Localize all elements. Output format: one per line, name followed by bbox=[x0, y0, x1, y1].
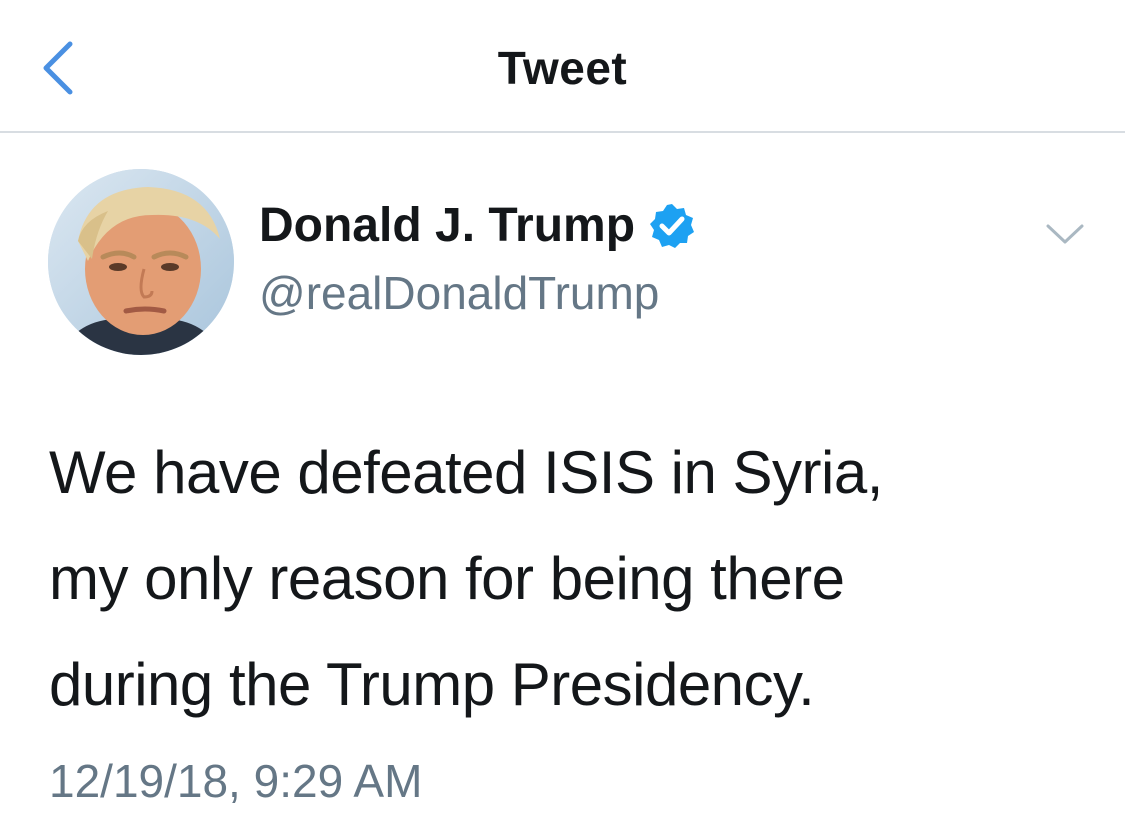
tweet-menu-button[interactable] bbox=[1040, 214, 1090, 254]
display-name[interactable]: Donald J. Trump bbox=[259, 194, 635, 258]
verified-badge-icon bbox=[650, 204, 695, 248]
page-title: Tweet bbox=[497, 42, 628, 94]
chevron-down-icon bbox=[1046, 224, 1084, 244]
tweet-line: during the Trump Presidency. bbox=[49, 651, 815, 718]
tweet-text: We have defeated ISIS in Syria, my only … bbox=[49, 420, 1099, 738]
user-handle[interactable]: @realDonaldTrump bbox=[259, 263, 659, 323]
profile-photo bbox=[48, 169, 234, 355]
author-name-row[interactable]: Donald J. Trump bbox=[259, 194, 697, 258]
avatar[interactable] bbox=[48, 169, 234, 355]
nav-header: Tweet bbox=[0, 0, 1125, 133]
tweet-line: my only reason for being there bbox=[49, 545, 845, 612]
tweet-line: We have defeated ISIS in Syria, bbox=[49, 439, 883, 506]
tweet-timestamp: 12/19/18, 9:29 AM bbox=[49, 755, 423, 807]
